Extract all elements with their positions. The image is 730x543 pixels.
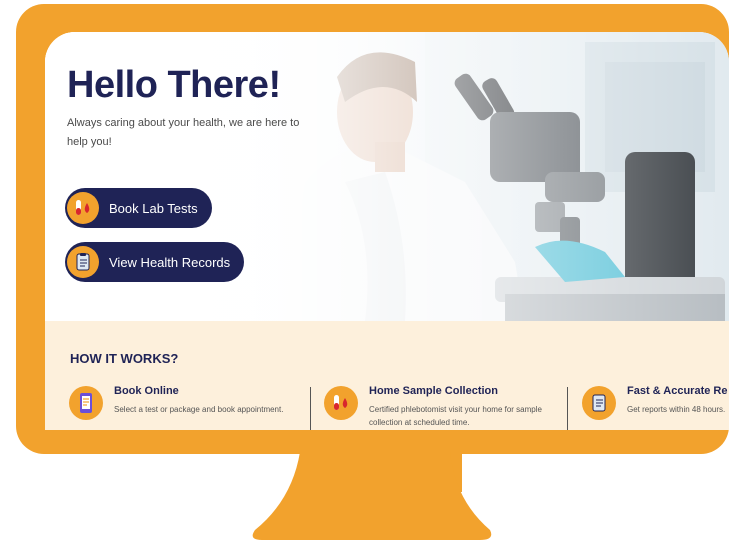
step-title: Fast & Accurate Re — [627, 385, 728, 397]
report-document-icon — [582, 386, 616, 420]
step-description: Certified phlebotomist visit your home f… — [369, 405, 542, 427]
hero-section: Hello There! Always caring about your he… — [45, 32, 729, 321]
how-it-works-section: HOW IT WORKS? Book Online Select a test … — [45, 321, 729, 430]
step-title: Book Online — [114, 385, 179, 397]
step-divider — [567, 387, 568, 430]
monitor-stand-neck — [307, 452, 462, 492]
monitor-frame: Hello There! Always caring about your he… — [16, 4, 729, 454]
view-health-records-label: View Health Records — [109, 254, 231, 270]
view-health-records-button[interactable]: View Health Records — [65, 242, 244, 282]
blood-test-tubes-icon — [67, 192, 99, 224]
section-title: HOW IT WORKS? — [70, 351, 179, 366]
hero-subtitle: Always caring about your health, we are … — [67, 117, 300, 148]
step-divider — [310, 387, 311, 430]
page-title: Hello There! — [67, 64, 281, 106]
clipboard-report-icon — [67, 246, 99, 278]
step-description: Select a test or package and book appoin… — [114, 405, 284, 414]
book-lab-tests-button[interactable]: Book Lab Tests — [65, 188, 212, 228]
screen: Hello There! Always caring about your he… — [45, 32, 729, 430]
step-title: Home Sample Collection — [369, 385, 498, 397]
phone-checklist-icon — [69, 386, 103, 420]
book-lab-tests-label: Book Lab Tests — [109, 200, 198, 216]
blood-test-tubes-icon — [324, 386, 358, 420]
step-description: Get reports within 48 hours. — [627, 405, 726, 414]
